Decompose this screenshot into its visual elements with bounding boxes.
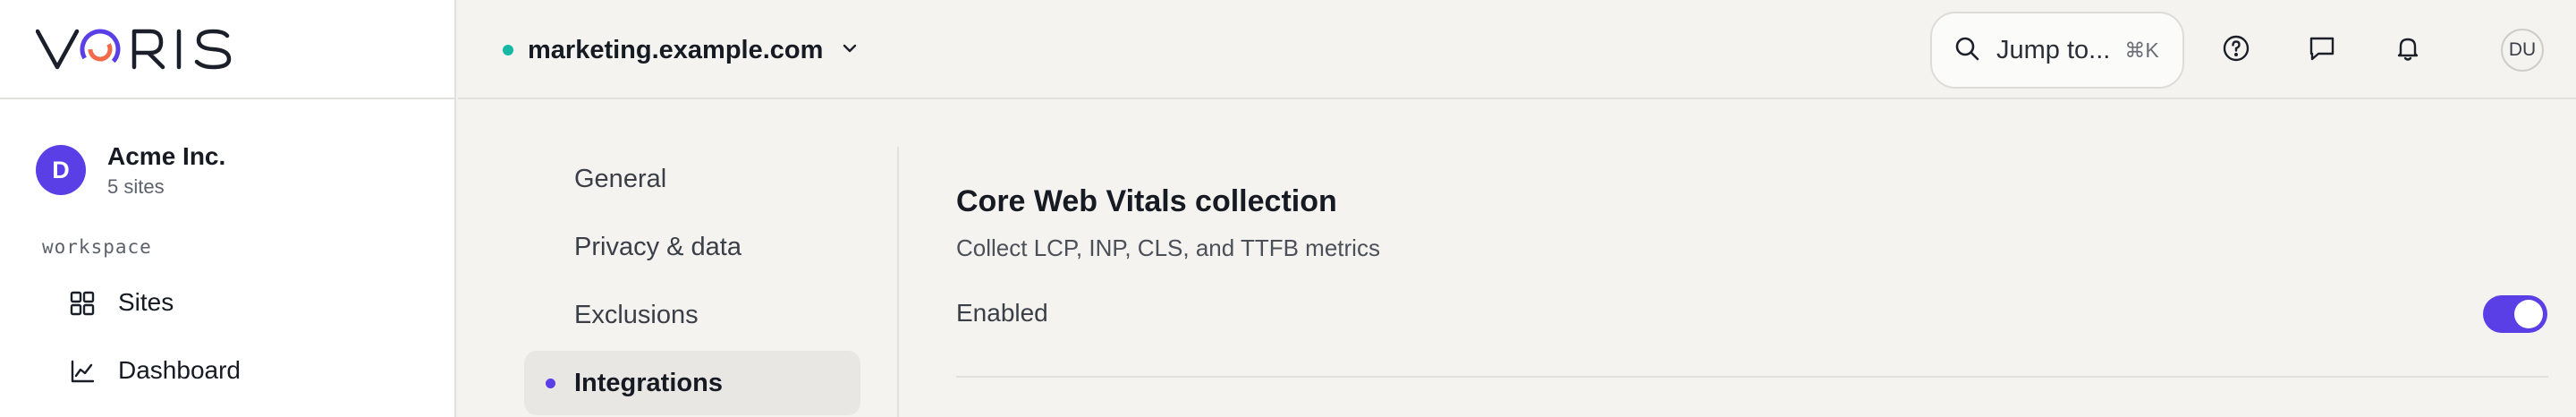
setting-divider bbox=[956, 376, 2548, 378]
tab-exclusions[interactable]: Exclusions bbox=[524, 283, 860, 347]
chevron-down-icon bbox=[841, 42, 859, 59]
app-window: D Acme Inc. 5 sites workspace Sites Dash… bbox=[0, 0, 2576, 417]
settings-nav-divider bbox=[897, 147, 899, 417]
tab-integrations[interactable]: Integrations bbox=[524, 351, 860, 415]
chart-line-icon bbox=[70, 359, 95, 390]
grid-icon bbox=[70, 291, 95, 322]
sidebar-item-dashboard[interactable]: Dashboard bbox=[18, 344, 436, 397]
sidebar-item-label: Sites bbox=[118, 288, 174, 316]
tab-label: Exclusions bbox=[574, 300, 699, 329]
org-site-count: 5 sites bbox=[107, 175, 165, 198]
site-status-dot bbox=[503, 45, 513, 55]
toggle-knob bbox=[2514, 300, 2543, 328]
search-icon bbox=[1953, 35, 1980, 66]
site-name: marketing.example.com bbox=[528, 35, 824, 64]
bell-icon bbox=[2394, 34, 2422, 67]
tab-label: General bbox=[574, 164, 667, 193]
sidebar-section-label: workspace bbox=[42, 236, 152, 258]
setting-description: Collect LCP, INP, CLS, and TTFB metrics bbox=[956, 234, 1380, 261]
org-name: Acme Inc. bbox=[107, 142, 226, 170]
enabled-toggle[interactable] bbox=[2483, 295, 2547, 333]
tab-privacy-data[interactable]: Privacy & data bbox=[524, 215, 860, 279]
tab-label: Privacy & data bbox=[574, 232, 741, 261]
sidebar: D Acme Inc. 5 sites workspace Sites Dash… bbox=[0, 0, 456, 417]
active-indicator-dot bbox=[546, 379, 555, 388]
org-info: Acme Inc. 5 sites bbox=[107, 141, 225, 199]
search-shortcut: ⌘K bbox=[2124, 38, 2159, 62]
sidebar-item-label: Dashboard bbox=[118, 356, 241, 384]
user-avatar[interactable]: DU bbox=[2501, 29, 2544, 72]
brand-header bbox=[0, 0, 454, 99]
site-switcher[interactable]: marketing.example.com bbox=[503, 27, 859, 73]
org-avatar: D bbox=[36, 145, 86, 195]
org-switcher[interactable]: D Acme Inc. 5 sites bbox=[0, 141, 454, 199]
message-icon bbox=[2308, 34, 2336, 67]
jump-to-search[interactable]: Jump to... ⌘K bbox=[1930, 12, 2184, 89]
tab-label: Integrations bbox=[574, 368, 723, 397]
toggle-label: Enabled bbox=[956, 299, 1048, 327]
notifications-button[interactable] bbox=[2385, 27, 2431, 73]
help-icon bbox=[2222, 34, 2250, 67]
tab-general[interactable]: General bbox=[524, 147, 860, 211]
voris-logo[interactable] bbox=[36, 26, 236, 72]
top-bar: marketing.example.com Jump to... ⌘K DU bbox=[458, 0, 2576, 99]
sidebar-item-sites[interactable]: Sites bbox=[18, 276, 436, 329]
messages-button[interactable] bbox=[2299, 27, 2345, 73]
help-button[interactable] bbox=[2213, 27, 2259, 73]
setting-title: Core Web Vitals collection bbox=[956, 184, 1337, 218]
search-label: Jump to... bbox=[1996, 35, 2111, 64]
settings-nav: General Privacy & data Exclusions Integr… bbox=[524, 147, 860, 417]
